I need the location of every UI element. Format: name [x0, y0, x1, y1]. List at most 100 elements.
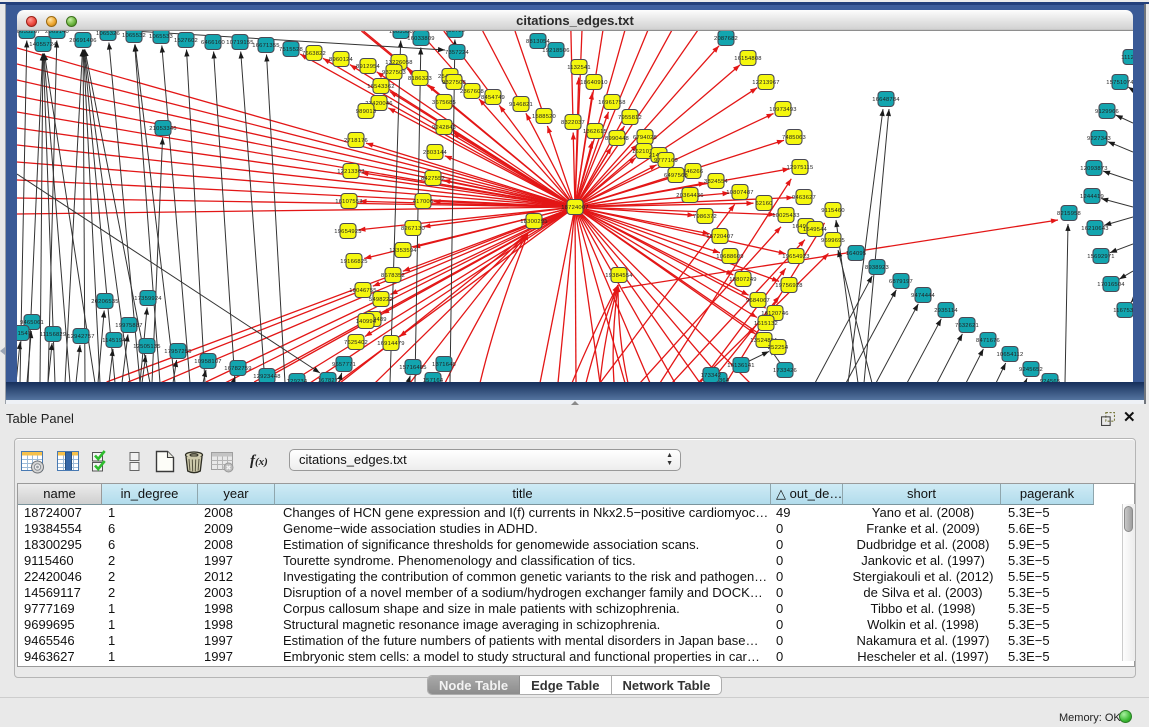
svg-text:7515528: 7515528: [279, 47, 303, 53]
svg-text:16210643: 16210643: [1081, 226, 1108, 232]
svg-text:12975115: 12975115: [787, 165, 814, 171]
svg-text:8990448: 8990448: [605, 136, 629, 142]
svg-text:9327503: 9327503: [382, 70, 406, 76]
svg-text:1588520: 1588520: [532, 114, 556, 120]
svg-text:3824554: 3824554: [704, 179, 729, 185]
svg-text:16154808: 16154808: [734, 56, 761, 62]
svg-text:19654923: 19654923: [782, 254, 809, 260]
svg-text:8186323: 8186323: [408, 76, 432, 82]
svg-text:6879197: 6879197: [889, 279, 913, 285]
svg-text:6497568: 6497568: [664, 173, 688, 179]
svg-text:1167533: 1167533: [1113, 308, 1133, 314]
svg-text:1065532: 1065532: [122, 33, 146, 39]
svg-text:9684067: 9684067: [746, 298, 770, 304]
svg-text:1145194: 1145194: [102, 338, 126, 344]
svg-text:16107553: 16107553: [335, 199, 362, 205]
svg-text:10688609: 10688609: [716, 254, 743, 260]
svg-text:2803144: 2803144: [423, 150, 448, 156]
svg-text:10973493: 10973493: [769, 107, 796, 113]
svg-text:16648784: 16648784: [872, 97, 900, 103]
svg-text:9463627: 9463627: [792, 195, 816, 201]
svg-text:19218506: 19218506: [542, 48, 569, 54]
svg-text:9242843: 9242843: [432, 125, 456, 131]
svg-text:9699695: 9699695: [821, 238, 845, 244]
svg-text:7485063: 7485063: [782, 135, 806, 141]
svg-text:7663822: 7663822: [302, 51, 326, 57]
svg-text:18724007: 18724007: [561, 205, 588, 211]
svg-text:9227343: 9227343: [1087, 136, 1111, 142]
svg-text:9146821: 9146821: [509, 102, 533, 108]
svg-text:16914479: 16914479: [377, 341, 404, 347]
svg-text:1065533: 1065533: [149, 34, 173, 40]
svg-text:10807487: 10807487: [726, 190, 753, 196]
svg-text:12505135: 12505135: [133, 344, 160, 350]
svg-text:15716485: 15716485: [399, 365, 426, 371]
svg-text:1603380: 1603380: [389, 31, 413, 35]
svg-text:8215958: 8215958: [1057, 211, 1081, 217]
svg-text:17359924: 17359924: [134, 296, 162, 302]
svg-text:19756928: 19756928: [775, 283, 802, 289]
svg-text:11156829: 11156829: [40, 332, 67, 338]
svg-text:7632621: 7632621: [955, 323, 979, 329]
svg-text:9245652: 9245652: [1019, 367, 1043, 373]
svg-text:2069140: 2069140: [45, 31, 69, 35]
svg-text:8678352: 8678352: [381, 273, 405, 279]
svg-text:8267130: 8267130: [401, 226, 425, 232]
svg-text:1649544: 1649544: [803, 227, 828, 233]
svg-text:20364436: 20364436: [676, 193, 703, 199]
svg-text:16782759: 16782759: [224, 366, 251, 372]
svg-text:111254: 111254: [1121, 55, 1133, 61]
svg-text:20206535: 20206535: [91, 299, 118, 305]
svg-text:6466160: 6466160: [201, 40, 225, 46]
svg-text:173342: 173342: [701, 373, 722, 379]
svg-text:167827: 167827: [318, 378, 339, 382]
svg-text:10654112: 10654112: [997, 352, 1024, 358]
svg-text:12213363: 12213363: [337, 169, 364, 175]
svg-text:7357224: 7357224: [445, 50, 470, 56]
svg-text:19975887: 19975887: [115, 323, 142, 329]
svg-text:391547: 391547: [17, 331, 31, 337]
svg-text:8454749: 8454749: [481, 95, 505, 101]
svg-text:8960124: 8960124: [329, 57, 354, 63]
svg-text:15692971: 15692971: [1087, 254, 1114, 260]
svg-text:1733426: 1733426: [773, 368, 797, 374]
svg-text:17016504: 17016504: [1097, 282, 1125, 288]
svg-text:7955812: 7955812: [618, 115, 642, 121]
svg-text:2718176: 2718176: [344, 138, 368, 144]
svg-text:8471676: 8471676: [976, 338, 1000, 344]
svg-text:7986372: 7986372: [693, 214, 717, 220]
svg-text:1527602: 1527602: [174, 38, 198, 44]
svg-text:6794028: 6794028: [633, 135, 657, 141]
svg-text:10719155: 10719155: [226, 40, 253, 46]
svg-text:17957255: 17957255: [164, 349, 191, 355]
svg-text:5498222: 5498222: [369, 297, 393, 303]
svg-text:989013: 989013: [356, 109, 377, 115]
svg-text:9129966: 9129966: [1095, 109, 1119, 115]
svg-text:18807249: 18807249: [729, 277, 756, 283]
svg-text:1132541: 1132541: [567, 65, 591, 71]
svg-text:12093873: 12093873: [1080, 166, 1107, 172]
svg-text:16033809: 16033809: [407, 36, 434, 42]
svg-text:9657771: 9657771: [332, 362, 356, 368]
svg-text:16671355: 16671355: [252, 43, 279, 49]
svg-text:9777169: 9777169: [654, 158, 678, 164]
svg-text:8322037: 8322037: [561, 120, 585, 126]
svg-text:8813054: 8813054: [526, 39, 551, 45]
svg-text:10046755: 10046755: [349, 288, 376, 294]
svg-text:8912954: 8912954: [356, 64, 381, 70]
svg-text:20691406: 20691406: [69, 38, 96, 44]
svg-text:129234: 129234: [287, 379, 308, 382]
svg-text:13353594: 13353594: [389, 248, 417, 254]
svg-text:19654925: 19654925: [334, 229, 361, 235]
svg-text:18640910: 18640910: [580, 80, 607, 86]
svg-text:21053346: 21053346: [149, 126, 176, 132]
svg-text:2087682: 2087682: [714, 36, 738, 42]
svg-text:12942757: 12942757: [67, 334, 94, 340]
svg-text:3675685: 3675685: [432, 100, 456, 106]
svg-text:16136141: 16136141: [727, 363, 754, 369]
svg-text:10025433: 10025433: [772, 213, 799, 219]
svg-text:164095: 164095: [846, 251, 867, 257]
svg-text:19166825: 19166825: [340, 259, 367, 265]
svg-text:1065326: 1065326: [96, 31, 120, 37]
svg-text:9115460: 9115460: [821, 208, 845, 214]
